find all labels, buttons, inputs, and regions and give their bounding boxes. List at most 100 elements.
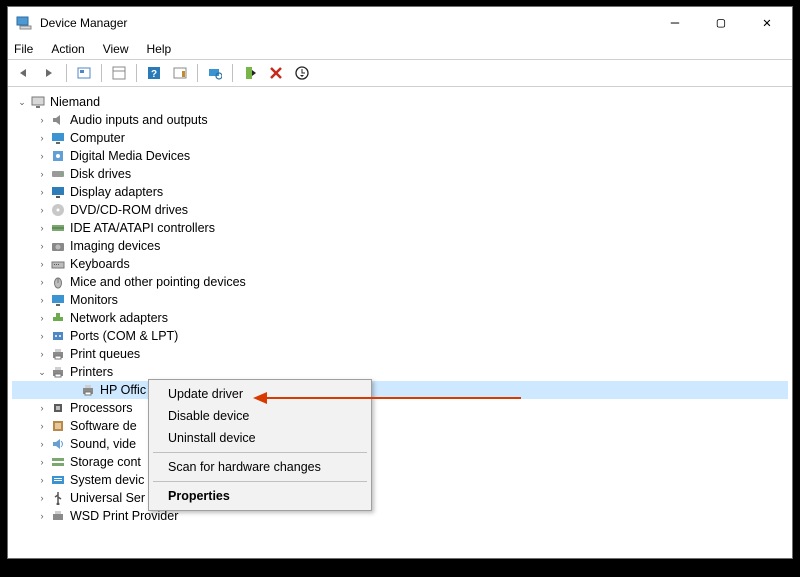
tree-item[interactable]: › Computer	[12, 129, 788, 147]
tree-item[interactable]: ›Storage cont	[12, 453, 788, 471]
chevron-right-icon[interactable]: ›	[36, 276, 48, 288]
menu-action[interactable]: Action	[51, 42, 84, 56]
context-menu: Update driver Disable device Uninstall d…	[148, 379, 372, 511]
chevron-right-icon[interactable]: ›	[36, 294, 48, 306]
tree-item[interactable]: › DVD/CD-ROM drives	[12, 201, 788, 219]
chevron-right-icon[interactable]: ›	[36, 168, 48, 180]
tree-item[interactable]: › Mice and other pointing devices	[12, 273, 788, 291]
tree-item[interactable]: ›WSD Print Provider	[12, 507, 788, 525]
show-hidden-button[interactable]	[73, 62, 95, 84]
chevron-right-icon[interactable]: ›	[36, 312, 48, 324]
tree-item[interactable]: ›Processors	[12, 399, 788, 417]
chevron-right-icon[interactable]	[66, 384, 78, 396]
tree-item[interactable]: › Disk drives	[12, 165, 788, 183]
close-button[interactable]: ✕	[744, 7, 790, 39]
tree-item-label: Mice and other pointing devices	[70, 273, 246, 291]
chevron-right-icon[interactable]: ›	[36, 114, 48, 126]
tree-item[interactable]: ›Ports (COM & LPT)	[12, 327, 788, 345]
chevron-right-icon[interactable]: ›	[36, 510, 48, 522]
enable-button[interactable]	[239, 62, 261, 84]
context-uninstall-device[interactable]: Uninstall device	[152, 427, 368, 449]
svg-text:?: ?	[151, 69, 157, 80]
sound-icon	[50, 436, 66, 452]
menu-help[interactable]: Help	[147, 42, 172, 56]
menubar: File Action View Help	[8, 39, 792, 59]
chevron-right-icon[interactable]: ›	[36, 186, 48, 198]
chevron-down-icon[interactable]: ⌄	[16, 96, 28, 108]
storage-icon	[50, 454, 66, 470]
app-icon	[16, 15, 32, 31]
menu-view[interactable]: View	[103, 42, 129, 56]
tree-item[interactable]: › Audio inputs and outputs	[12, 111, 788, 129]
chevron-right-icon[interactable]: ›	[36, 492, 48, 504]
printer-icon	[50, 364, 66, 380]
chevron-right-icon[interactable]: ›	[36, 438, 48, 450]
speaker-icon	[50, 112, 66, 128]
context-scan-hardware[interactable]: Scan for hardware changes	[152, 456, 368, 478]
chevron-right-icon[interactable]: ›	[36, 420, 48, 432]
printer-icon	[80, 382, 96, 398]
tree-item-label: HP Offic	[100, 381, 146, 399]
toolbar-separator	[101, 64, 102, 82]
display-icon	[50, 184, 66, 200]
device-tree[interactable]: ⌄ Niemand › Audio inputs and outputs › Comp…	[8, 87, 792, 558]
tree-child-item[interactable]: HP Offic	[12, 381, 788, 399]
media-icon	[50, 148, 66, 164]
tree-item[interactable]: › Monitors	[12, 291, 788, 309]
tree-item[interactable]: ›Network adapters	[12, 309, 788, 327]
chevron-right-icon[interactable]: ›	[36, 348, 48, 360]
minimize-button[interactable]: —	[652, 7, 698, 39]
chevron-down-icon[interactable]: ⌄	[36, 366, 48, 378]
tree-item[interactable]: ›System devic	[12, 471, 788, 489]
help-button[interactable]: ?	[143, 62, 165, 84]
system-icon	[50, 472, 66, 488]
uninstall-button[interactable]	[265, 62, 287, 84]
tree-item-label: Computer	[70, 129, 125, 147]
tree-item[interactable]: ›Universal Ser	[12, 489, 788, 507]
tree-item-label: Keyboards	[70, 255, 130, 273]
maximize-button[interactable]: ▢	[698, 7, 744, 39]
tree-item-label: Audio inputs and outputs	[70, 111, 208, 129]
update-button[interactable]	[291, 62, 313, 84]
tree-item[interactable]: › IDE ATA/ATAPI controllers	[12, 219, 788, 237]
tree-item-label: Display adapters	[70, 183, 163, 201]
forward-button[interactable]	[38, 62, 60, 84]
chevron-right-icon[interactable]: ›	[36, 132, 48, 144]
context-disable-device[interactable]: Disable device	[152, 405, 368, 427]
context-separator	[153, 481, 367, 482]
action-button[interactable]	[169, 62, 191, 84]
properties-button[interactable]	[108, 62, 130, 84]
scan-button[interactable]	[204, 62, 226, 84]
chevron-right-icon[interactable]: ›	[36, 222, 48, 234]
tree-item-label: IDE ATA/ATAPI controllers	[70, 219, 215, 237]
chevron-right-icon[interactable]: ›	[36, 456, 48, 468]
chevron-right-icon[interactable]: ›	[36, 330, 48, 342]
chevron-right-icon[interactable]: ›	[36, 150, 48, 162]
tree-item-label: Disk drives	[70, 165, 131, 183]
context-update-driver[interactable]: Update driver	[152, 383, 368, 405]
tree-item-label: Monitors	[70, 291, 118, 309]
tree-item[interactable]: › Display adapters	[12, 183, 788, 201]
window-title: Device Manager	[40, 16, 652, 30]
tree-item-label: Imaging devices	[70, 237, 160, 255]
chevron-right-icon[interactable]: ›	[36, 240, 48, 252]
network-icon	[50, 310, 66, 326]
back-button[interactable]	[12, 62, 34, 84]
tree-item-label: Printers	[70, 363, 113, 381]
tree-item-label: DVD/CD-ROM drives	[70, 201, 188, 219]
menu-file[interactable]: File	[14, 42, 33, 56]
tree-root[interactable]: ⌄ Niemand	[12, 93, 788, 111]
tree-item[interactable]: › Imaging devices	[12, 237, 788, 255]
chevron-right-icon[interactable]: ›	[36, 402, 48, 414]
context-properties[interactable]: Properties	[152, 485, 368, 507]
chevron-right-icon[interactable]: ›	[36, 204, 48, 216]
tree-item[interactable]: ›Software de	[12, 417, 788, 435]
tree-item[interactable]: ›Digital Media Devices	[12, 147, 788, 165]
tree-item[interactable]: ›Print queues	[12, 345, 788, 363]
tree-item[interactable]: ›Sound, vide	[12, 435, 788, 453]
chevron-right-icon[interactable]: ›	[36, 258, 48, 270]
chevron-right-icon[interactable]: ›	[36, 474, 48, 486]
tree-item[interactable]: ⌄ Printers	[12, 363, 788, 381]
software-icon	[50, 418, 66, 434]
tree-item[interactable]: › Keyboards	[12, 255, 788, 273]
